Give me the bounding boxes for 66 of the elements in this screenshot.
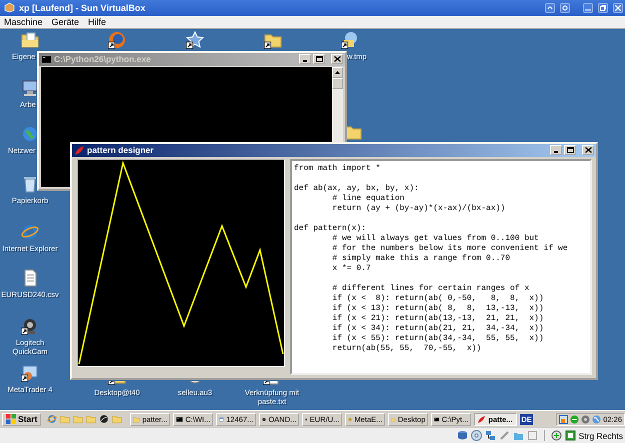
flag-icon xyxy=(6,414,16,424)
maximize-button[interactable] xyxy=(564,145,576,156)
restore-icon xyxy=(600,4,606,11)
network-icon[interactable] xyxy=(484,430,496,442)
window-title: pattern designer xyxy=(87,145,155,156)
window-icon xyxy=(219,414,224,424)
maximize-icon xyxy=(316,56,322,62)
code-line: if (x < 34): return(ab(21, 21, 34,-34, x)) xyxy=(331,324,545,334)
code-line: return (ay + (by-ay)*(x-ax)/(bx-ax)) xyxy=(331,204,506,214)
close-icon xyxy=(615,4,621,11)
mouse-icon[interactable] xyxy=(550,430,562,442)
code-line: # simply make this a range from 0..70 xyxy=(331,254,512,264)
webcam-icon[interactable] xyxy=(21,316,39,335)
globe-icon[interactable] xyxy=(592,414,602,424)
folder-icon xyxy=(133,414,140,424)
keyboard-icon[interactable] xyxy=(564,430,576,442)
arc-icon xyxy=(547,4,553,11)
code-editor[interactable] xyxy=(290,158,592,375)
help-button[interactable] xyxy=(545,2,555,13)
ball-icon[interactable] xyxy=(99,414,110,424)
host-key-label: Strg Rechts xyxy=(578,430,623,441)
star-icon[interactable] xyxy=(186,30,204,49)
chart-window-icon[interactable] xyxy=(21,364,39,382)
code-line: # line equation xyxy=(331,194,406,204)
window-icon[interactable] xyxy=(559,414,568,424)
scrollbar-thumb[interactable] xyxy=(332,78,343,89)
code-line: def ab(ax, ay, bx, by, x): xyxy=(294,184,420,194)
console-icon xyxy=(41,54,52,65)
globe-document-icon[interactable] xyxy=(341,30,359,49)
menu-item[interactable]: Maschine xyxy=(4,16,43,27)
feather-icon xyxy=(477,414,486,424)
cube-icon xyxy=(4,2,15,14)
code-line: # different lines for certain ranges of x xyxy=(331,284,530,294)
menu-item[interactable]: Geräte xyxy=(52,16,80,27)
console-icon xyxy=(176,414,184,424)
code-line: def pattern(x): xyxy=(294,224,368,234)
console-icon xyxy=(434,414,440,424)
code-line: # for the numbers below its more convenient if we xyxy=(331,244,569,254)
browser-icon[interactable] xyxy=(108,30,126,49)
close-icon xyxy=(584,147,592,154)
warning-icon xyxy=(348,414,352,424)
code-line: if (x < 13): return(ab( 8, 8, 13,-13, x)) xyxy=(331,304,545,314)
code-line: if (x < 21): return(ab(13,-13, 21, 21, x)) xyxy=(331,314,545,324)
ring-icon xyxy=(562,4,568,11)
menu-item[interactable]: Hilfe xyxy=(88,16,106,27)
maximize-icon xyxy=(566,147,574,154)
code-line: if (x < 8): return(ab( 0,-50, 8, 8, x)) xyxy=(331,294,545,304)
up-arrow-icon[interactable] xyxy=(335,70,340,74)
document-folder-icon[interactable] xyxy=(21,30,39,49)
status-icon[interactable] xyxy=(570,414,580,424)
restore-button[interactable] xyxy=(598,2,608,13)
code-line: return(ab(55, 55, 70,-55, x)) xyxy=(331,344,482,354)
feather-icon xyxy=(74,144,85,156)
window-title: C:\Python26\python.exe xyxy=(54,54,152,64)
monitor-icon[interactable] xyxy=(21,78,39,97)
code-line: x *= 0.7 xyxy=(331,264,372,274)
code-line: from math import * xyxy=(294,164,382,174)
window-title: xp [Laufend] - Sun VirtualBox xyxy=(19,2,146,13)
maximize-button[interactable] xyxy=(313,54,325,64)
start-button[interactable]: Start xyxy=(2,412,42,426)
code-line: if (x < 55): return(ab(34,-34, 55, 55, x)) xyxy=(331,334,545,344)
globe-icon[interactable] xyxy=(21,124,39,143)
settings-button[interactable] xyxy=(560,2,570,13)
close-icon xyxy=(334,56,340,62)
trash-bin-icon[interactable] xyxy=(21,174,39,193)
code-line: # we will always get values from 0..100 but xyxy=(331,234,540,244)
